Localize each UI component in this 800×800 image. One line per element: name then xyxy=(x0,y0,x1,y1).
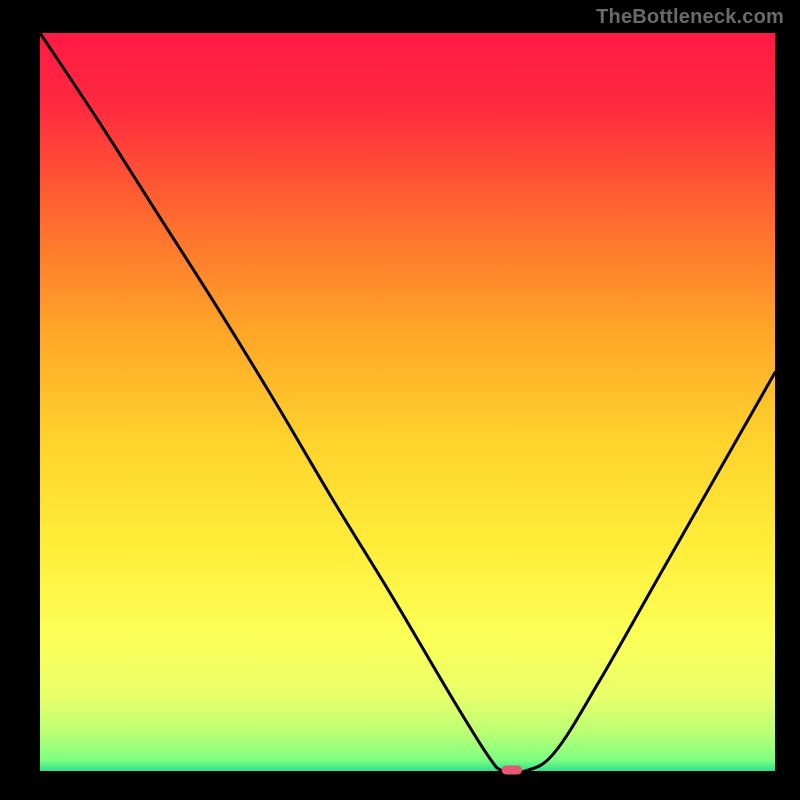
chart-svg xyxy=(0,0,800,800)
optimal-marker xyxy=(502,766,523,775)
chart-container: TheBottleneck.com xyxy=(0,0,800,800)
plot-background xyxy=(40,33,775,771)
watermark-label: TheBottleneck.com xyxy=(596,6,784,29)
